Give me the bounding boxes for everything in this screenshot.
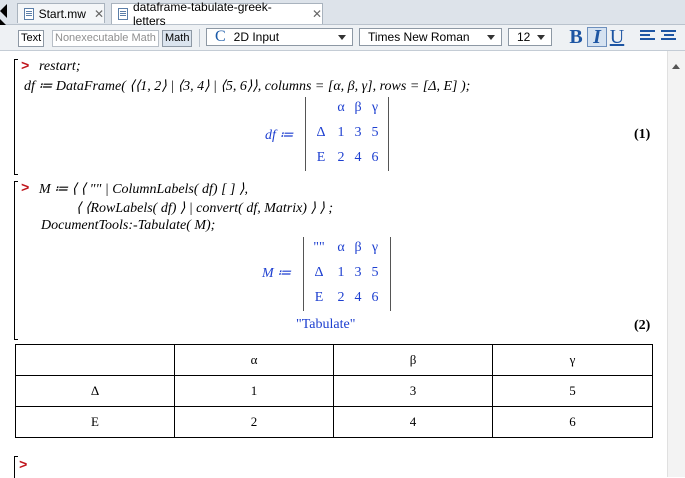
matrix-cell: α (337, 100, 345, 115)
input-line[interactable]: DocumentTools:-Tabulate( M); (41, 218, 215, 234)
table-cell[interactable]: α (174, 344, 334, 376)
table-cell[interactable]: 4 (333, 406, 493, 438)
vertical-scrollbar[interactable] (667, 51, 685, 477)
scroll-up-icon[interactable] (672, 64, 680, 69)
matrix-cell: β (354, 240, 362, 255)
font-dropdown[interactable]: Times New Roman (359, 28, 502, 46)
input-expr: ≔ DataFrame( ⟨⟨1, 2⟩ | ⟨3, 4⟩ | ⟨5, 6⟩⟩,… (34, 79, 471, 94)
tabulate-output-matrix: "" α β γ Δ 1 3 5 Ε 2 4 6 (303, 237, 391, 311)
equation-label: (1) (634, 127, 651, 142)
matrix-cell: Ε (314, 290, 324, 305)
font-size-value: 12 (517, 30, 531, 44)
font-value: Times New Roman (368, 30, 470, 44)
execution-group-bracket[interactable] (14, 181, 18, 340)
close-icon[interactable]: ✕ (94, 7, 104, 21)
table-cell[interactable]: 3 (333, 375, 493, 407)
input-line[interactable]: M ≔ ⟨ ⟨ "" | ColumnLabels( df) [ ] ⟩, (39, 181, 248, 198)
matrix-cell: 4 (354, 150, 362, 165)
table-cell[interactable]: 5 (492, 375, 653, 407)
execution-group-bracket[interactable] (14, 456, 18, 478)
table-cell[interactable]: 6 (492, 406, 653, 438)
nonexecutable-math-button[interactable]: Nonexecutable Math (52, 30, 159, 47)
format-toolbar: Text Nonexecutable Math Math C 2D Input … (0, 25, 685, 51)
bold-button[interactable]: B (566, 27, 586, 47)
toolbar-separator (199, 29, 200, 47)
underline-button[interactable]: U (607, 27, 627, 47)
tab-bar: Start.mw ✕ dataframe-tabulate-greek-lett… (0, 0, 685, 28)
table-cell[interactable]: Δ (15, 375, 175, 407)
matrix-cell: 3 (354, 265, 362, 280)
close-icon[interactable]: ✕ (312, 7, 322, 21)
table-cell[interactable]: β (333, 344, 493, 376)
output-lhs: df ≔ (265, 128, 294, 143)
matrix-cell: 1 (337, 265, 345, 280)
document-icon (24, 7, 34, 20)
input-line[interactable]: ⟨ ⟨RowLabels( df) ⟩ | convert( df, Matri… (76, 200, 333, 217)
matrix-cell: 6 (371, 150, 379, 165)
matrix-cell: 6 (371, 290, 379, 305)
table-cell[interactable]: 2 (174, 406, 334, 438)
align-center-icon[interactable] (661, 30, 676, 44)
c-icon: C (215, 28, 226, 45)
table-cell[interactable] (15, 344, 175, 376)
input-line[interactable]: df ≔ DataFrame( ⟨⟨1, 2⟩ | ⟨3, 4⟩ | ⟨5, 6… (24, 78, 470, 95)
font-size-dropdown[interactable]: 12 (508, 28, 552, 46)
italic-button[interactable]: I (587, 27, 607, 47)
table-cell[interactable]: Ε (15, 406, 175, 438)
matrix-cell: 3 (354, 125, 362, 140)
matrix-cell: β (354, 100, 362, 115)
input-mode-dropdown[interactable]: C 2D Input (206, 28, 353, 46)
tab-scroll-left-marker[interactable] (0, 4, 7, 18)
tab-dataframe[interactable]: dataframe-tabulate-greek-letters ✕ (111, 0, 323, 28)
dataframe-output-matrix: α β γ Δ 1 3 5 Ε 2 4 6 (305, 97, 389, 171)
input-line[interactable]: restart; (39, 59, 80, 75)
matrix-cell: 5 (371, 265, 379, 280)
matrix-cell: 2 (337, 150, 345, 165)
command-prompt[interactable]: > (19, 458, 27, 474)
matrix-cell: γ (371, 240, 379, 255)
matrix-cell: Ε (316, 150, 326, 165)
output-lhs: M ≔ (262, 266, 292, 281)
chevron-down-icon (338, 35, 346, 40)
chevron-down-icon (537, 35, 545, 40)
text-mode-button[interactable]: Text (18, 30, 45, 47)
tab-start[interactable]: Start.mw ✕ (17, 3, 105, 23)
tab-label: dataframe-tabulate-greek-letters (132, 0, 272, 28)
table-row: Δ 1 3 5 (15, 375, 653, 407)
matrix-cell: α (337, 240, 345, 255)
table-cell[interactable]: γ (492, 344, 653, 376)
execution-group-bracket[interactable] (14, 59, 18, 175)
tabulate-table[interactable]: α β γ Δ 1 3 5 Ε 2 4 6 (15, 344, 653, 438)
matrix-cell: Δ (314, 265, 324, 280)
command-prompt: > (21, 59, 30, 75)
input-var: df (24, 79, 35, 94)
string-output: "Tabulate" (296, 317, 356, 332)
input-mode-value: 2D Input (233, 30, 280, 44)
document-icon (118, 8, 128, 20)
matrix-cell: γ (371, 100, 379, 115)
command-prompt: > (21, 181, 30, 197)
math-mode-button[interactable]: Math (162, 30, 193, 47)
matrix-cell: "" (313, 240, 325, 255)
matrix-cell: 5 (371, 125, 379, 140)
matrix-cell: Δ (316, 125, 326, 140)
table-row: α β γ (15, 344, 653, 376)
matrix-cell: 1 (337, 125, 345, 140)
equation-label: (2) (634, 318, 651, 333)
chevron-down-icon (487, 35, 495, 40)
tab-label: Start.mw (38, 6, 86, 21)
table-cell[interactable]: 1 (174, 375, 334, 407)
matrix-cell: 4 (354, 290, 362, 305)
align-left-icon[interactable] (640, 30, 655, 44)
table-row: Ε 2 4 6 (15, 406, 653, 438)
matrix-cell: 2 (337, 290, 345, 305)
